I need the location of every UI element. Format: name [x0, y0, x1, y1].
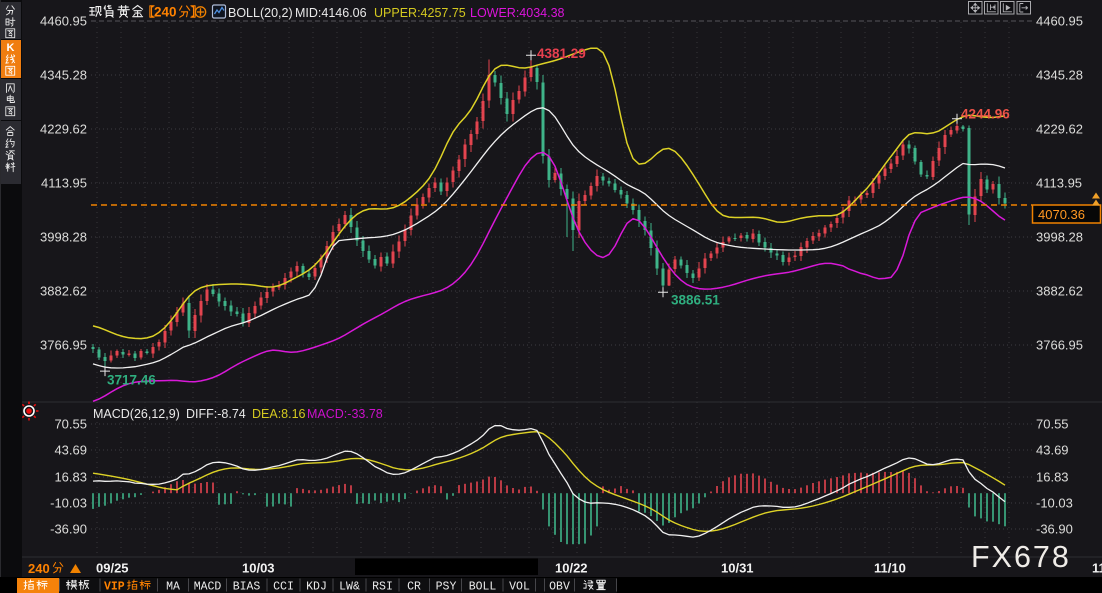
svg-text:10/03: 10/03 — [242, 561, 275, 576]
svg-text:4345.28: 4345.28 — [40, 68, 87, 83]
svg-text:4381.29: 4381.29 — [537, 46, 586, 61]
svg-text:3766.95: 3766.95 — [1036, 338, 1083, 353]
svg-text:BIAS: BIAS — [233, 581, 261, 593]
svg-text:4460.95: 4460.95 — [1036, 14, 1083, 29]
svg-text:4113.95: 4113.95 — [1036, 176, 1082, 191]
svg-text:10/31: 10/31 — [721, 561, 754, 576]
svg-text:-36.90: -36.90 — [50, 522, 87, 537]
svg-text:16.83: 16.83 — [54, 470, 87, 485]
svg-text:DIFF:-8.74: DIFF:-8.74 — [186, 407, 246, 421]
svg-text:3998.28: 3998.28 — [40, 230, 87, 245]
svg-text:10/22: 10/22 — [555, 561, 588, 576]
svg-text:11/10: 11/10 — [874, 561, 906, 576]
svg-text:DEA:8.16: DEA:8.16 — [252, 407, 306, 421]
svg-text:4229.62: 4229.62 — [1036, 122, 1083, 137]
svg-text:43.69: 43.69 — [1036, 443, 1069, 458]
svg-text:16.83: 16.83 — [1036, 470, 1069, 485]
svg-text:240: 240 — [154, 5, 177, 20]
svg-text:VOL: VOL — [509, 581, 530, 593]
svg-text:RSI: RSI — [372, 581, 393, 593]
svg-text:-10.03: -10.03 — [1036, 496, 1073, 511]
svg-text:70.55: 70.55 — [1036, 417, 1069, 432]
svg-text:MACD: MACD — [194, 581, 222, 593]
svg-text:-36.90: -36.90 — [1036, 522, 1073, 537]
svg-text:240: 240 — [28, 561, 50, 576]
svg-text:4113.95: 4113.95 — [41, 176, 87, 191]
svg-text:3882.62: 3882.62 — [1036, 284, 1083, 299]
svg-text:BOLL(20,2): BOLL(20,2) — [228, 6, 293, 20]
svg-text:BOLL: BOLL — [469, 581, 497, 593]
svg-text:4070.36: 4070.36 — [1038, 207, 1085, 222]
svg-text:MACD(26,12,9): MACD(26,12,9) — [93, 407, 180, 421]
svg-text:UPPER:4257.75: UPPER:4257.75 — [374, 6, 466, 20]
svg-text:LOWER:4034.38: LOWER:4034.38 — [470, 6, 565, 20]
svg-text:MACD:-33.78: MACD:-33.78 — [307, 407, 383, 421]
svg-text:CR: CR — [407, 581, 421, 593]
svg-text:4460.95: 4460.95 — [40, 14, 87, 29]
svg-text:3886.51: 3886.51 — [671, 293, 720, 308]
svg-text:3882.62: 3882.62 — [40, 284, 87, 299]
svg-text:3717.46: 3717.46 — [107, 373, 156, 388]
svg-text:11/2: 11/2 — [1092, 561, 1102, 576]
svg-text:09/25: 09/25 — [96, 561, 129, 576]
svg-text:MA: MA — [166, 581, 180, 593]
svg-text:VIP: VIP — [104, 581, 125, 593]
svg-text:K: K — [7, 42, 15, 54]
svg-text:4229.62: 4229.62 — [40, 122, 87, 137]
svg-text:43.69: 43.69 — [54, 443, 87, 458]
svg-text:FX678: FX678 — [971, 540, 1071, 574]
svg-text:PSY: PSY — [436, 581, 457, 593]
svg-text:-10.03: -10.03 — [50, 496, 87, 511]
svg-text:70.55: 70.55 — [54, 417, 87, 432]
svg-text:4244.96: 4244.96 — [961, 107, 1010, 122]
svg-text:OBV: OBV — [549, 581, 570, 593]
svg-text:MID:4146.06: MID:4146.06 — [295, 6, 367, 20]
svg-text:4345.28: 4345.28 — [1036, 68, 1083, 83]
svg-text:3766.95: 3766.95 — [40, 338, 87, 353]
svg-text:KDJ: KDJ — [306, 581, 327, 593]
svg-text:CCI: CCI — [273, 581, 294, 593]
svg-text:LW&: LW& — [339, 581, 360, 593]
svg-text:3998.28: 3998.28 — [1036, 230, 1083, 245]
